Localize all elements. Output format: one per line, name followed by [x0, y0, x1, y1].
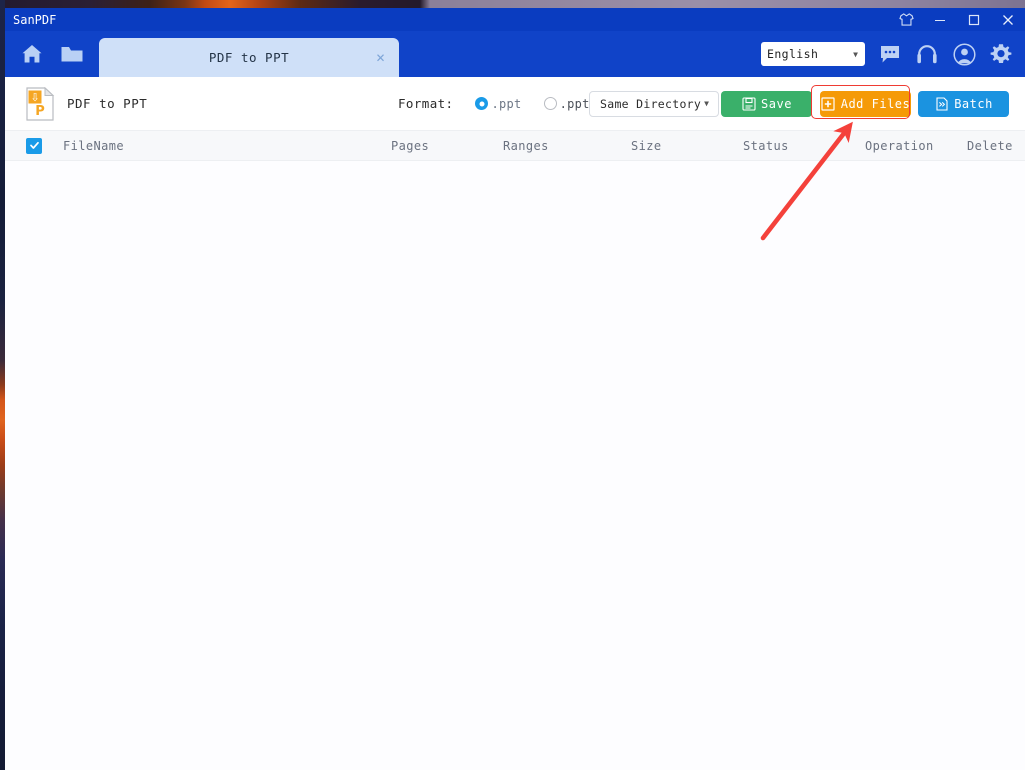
close-icon[interactable]: ×	[376, 50, 385, 65]
column-header-pages[interactable]: Pages	[391, 139, 429, 153]
feature-label: PDF to PPT	[67, 96, 148, 111]
maximize-button[interactable]	[957, 8, 991, 31]
tab-bar: PDF to PPT × English ▼	[5, 31, 1025, 77]
title-bar: SanPDF	[5, 8, 1025, 31]
format-group: Format: .ppt .pptx	[398, 96, 597, 111]
select-all-checkbox[interactable]	[26, 137, 42, 154]
tab-pdf-to-ppt[interactable]: PDF to PPT ×	[99, 38, 399, 77]
window-controls	[889, 8, 1025, 31]
format-label: Format:	[398, 96, 454, 111]
minimize-button[interactable]	[923, 8, 957, 31]
column-header-status[interactable]: Status	[743, 139, 789, 153]
language-value: English	[767, 47, 819, 61]
floppy-disk-icon	[741, 96, 756, 111]
desktop-wallpaper-top	[0, 0, 1025, 8]
file-list-empty-area[interactable]	[5, 161, 1025, 770]
batch-button[interactable]: Batch	[918, 90, 1009, 117]
radio-ppt[interactable]	[475, 97, 489, 110]
file-table-header: FileName Pages Ranges Size Status Operat…	[5, 130, 1025, 161]
svg-text:⇩: ⇩	[30, 91, 39, 104]
column-header-size[interactable]: Size	[631, 139, 662, 153]
output-directory-select[interactable]: Same Directory ▼	[589, 90, 719, 117]
column-header-delete[interactable]: Delete	[967, 139, 1013, 153]
support-icon[interactable]	[915, 42, 939, 66]
pdf-to-ppt-file-icon: ⇩ P	[25, 86, 55, 121]
radio-ppt-label: .ppt	[491, 96, 522, 111]
format-option-ppt[interactable]: .ppt	[475, 97, 521, 111]
save-label: Save	[761, 96, 792, 111]
screen: SanPDF PDF to PPT × English ▼ ⇩ P PDF to…	[0, 0, 1025, 770]
skin-icon[interactable]	[889, 8, 923, 31]
save-button[interactable]: Save	[721, 90, 812, 117]
sanpdf-window: SanPDF PDF to PPT × English ▼ ⇩ P PDF to…	[5, 8, 1025, 770]
close-button[interactable]	[991, 8, 1025, 31]
chevron-down-icon: ▼	[853, 49, 858, 59]
output-directory-value: Same Directory	[600, 96, 702, 111]
batch-label: Batch	[954, 96, 993, 111]
app-title: SanPDF	[13, 12, 57, 27]
radio-pptx[interactable]	[543, 97, 557, 110]
settings-icon[interactable]	[989, 42, 1013, 66]
language-select[interactable]: English ▼	[761, 42, 865, 66]
batch-document-icon	[934, 96, 949, 111]
nav-icon-group	[5, 31, 85, 77]
folder-open-icon[interactable]	[59, 41, 85, 67]
column-header-filename[interactable]: FileName	[63, 139, 124, 153]
chevron-down-icon: ▼	[704, 99, 709, 108]
column-header-operation[interactable]: Operation	[865, 139, 934, 153]
column-header-ranges[interactable]: Ranges	[503, 139, 549, 153]
feedback-icon[interactable]	[878, 42, 902, 66]
add-files-button[interactable]: Add Files	[820, 90, 911, 117]
feature-indicator: ⇩ P PDF to PPT	[5, 86, 148, 121]
svg-text:P: P	[35, 104, 45, 119]
tab-label: PDF to PPT	[208, 50, 290, 65]
add-files-label: Add Files	[840, 96, 911, 111]
header-actions: English ▼	[761, 31, 1013, 77]
action-bar: ⇩ P PDF to PPT Format: .ppt .pptx Same D…	[5, 77, 1025, 130]
home-icon[interactable]	[19, 41, 45, 67]
plus-square-icon	[821, 96, 836, 111]
account-icon[interactable]	[952, 42, 976, 66]
